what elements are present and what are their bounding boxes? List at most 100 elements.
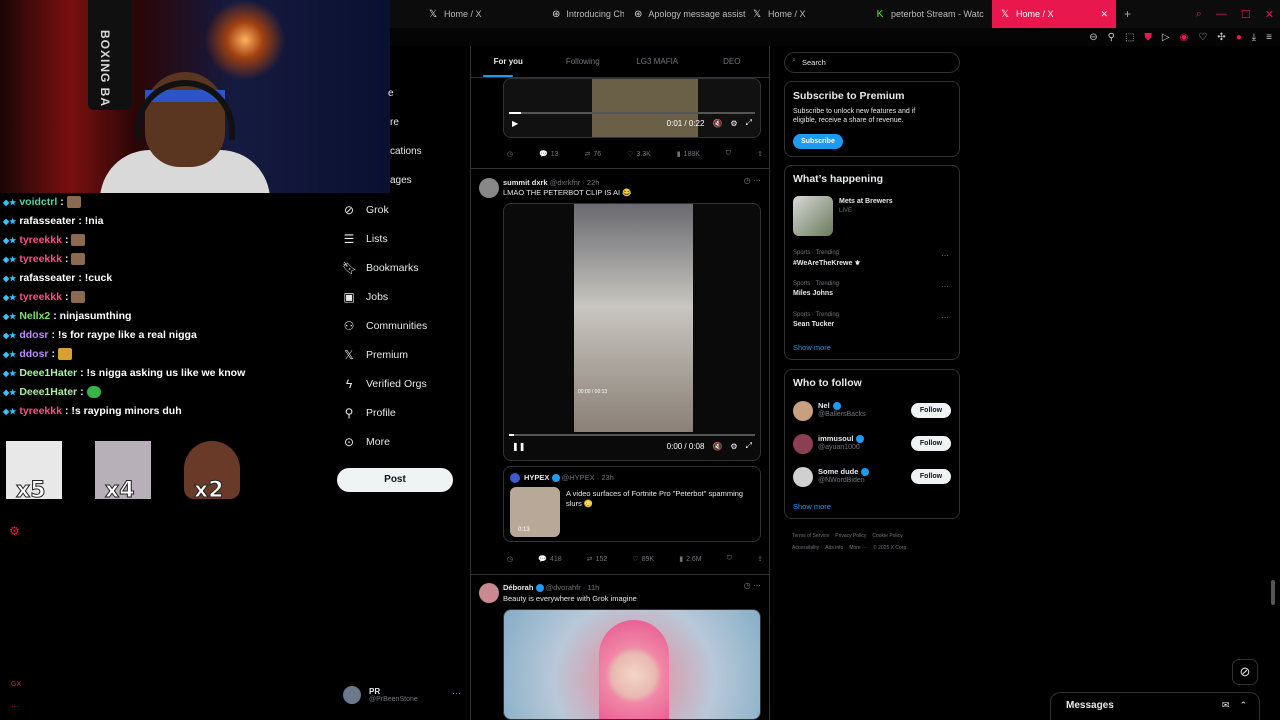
nav-item-premium[interactable]: 𝕏 Premium xyxy=(342,345,408,365)
chat-username[interactable]: Nellx2 xyxy=(19,310,50,322)
tab-deo[interactable]: DEO xyxy=(695,46,770,77)
follow-button[interactable]: Follow xyxy=(911,436,951,451)
tweet1-video[interactable]: ▶ 0:01 / 0:22 🔇 ⚙ ⤢ xyxy=(503,78,761,138)
share-icon[interactable]: ⇪ xyxy=(757,555,763,563)
tab-home-x-1[interactable]: 𝕏 Home / X xyxy=(390,0,500,28)
follow-suggestion-name[interactable]: Nel xyxy=(818,401,841,411)
menu-icon[interactable]: ≡ xyxy=(1266,32,1272,43)
follow-suggestion-name[interactable]: Some dude xyxy=(818,467,870,477)
who-to-follow-show-more[interactable]: Show more xyxy=(793,502,831,511)
nav-item-grok[interactable]: ⊘ Grok xyxy=(342,200,389,220)
nav-item-more[interactable]: ⊙ More xyxy=(342,432,390,452)
nav-item-jobs[interactable]: ▣ Jobs xyxy=(342,287,388,307)
tweet2-author[interactable]: summit dxrk xyxy=(503,178,548,187)
share-icon[interactable]: ⇪ xyxy=(757,150,763,158)
grok-float-button[interactable]: ⊘ xyxy=(1232,659,1258,685)
messages-drawer[interactable]: Messages ✉ ⌃ xyxy=(1050,692,1260,720)
bookmark-icon[interactable]: ⛉ xyxy=(726,150,731,158)
tab-following[interactable]: Following xyxy=(546,46,621,77)
chat-username[interactable]: voidctrl xyxy=(19,196,57,208)
reply-button[interactable]: 💬 418 xyxy=(538,555,561,564)
shield-icon[interactable]: ⛊ xyxy=(1144,32,1152,43)
settings-gear-icon[interactable]: ⚙ xyxy=(9,524,20,538)
avatar[interactable] xyxy=(793,467,813,487)
nav-item-clipped[interactable]: re xyxy=(390,117,399,128)
account-switcher[interactable]: PR @PrBeenStone xyxy=(343,686,418,704)
views-button[interactable]: ▮ 2.6M xyxy=(679,555,701,564)
avatar[interactable] xyxy=(479,178,499,198)
footer-link[interactable]: Ads info xyxy=(825,545,843,551)
grok-icon[interactable]: ◷ xyxy=(507,555,513,563)
nav-item-clipped[interactable]: cations xyxy=(390,146,422,157)
play-icon[interactable]: ▶ xyxy=(512,119,518,128)
maximize-icon[interactable]: ☐ xyxy=(1241,8,1251,21)
repost-button[interactable]: ⇄ 76 xyxy=(585,150,602,159)
tab-home-x-2[interactable]: 𝕏 Home / X xyxy=(747,0,870,28)
tab-home-x-active[interactable]: 𝕏 Home / X ✕ xyxy=(992,0,1116,28)
chat-username[interactable]: tyreekkk xyxy=(19,234,62,246)
search-icon[interactable]: ⌕ xyxy=(1196,8,1202,21)
chat-username[interactable]: rafasseater xyxy=(19,215,75,227)
grok-icon[interactable]: ◷ xyxy=(507,150,513,158)
trend-more-icon[interactable]: ⋯ xyxy=(941,313,949,322)
footer-link[interactable]: Terms of Service xyxy=(792,533,829,539)
follow-suggestion-name[interactable]: immusoul xyxy=(818,434,865,444)
close-window-icon[interactable]: ✕ xyxy=(1265,8,1274,21)
compose-message-icon[interactable]: ✉ xyxy=(1222,700,1230,711)
play-icon[interactable]: ▷ xyxy=(1162,32,1170,43)
tab-lg3-mafia[interactable]: LG3 MAFIA xyxy=(620,46,695,77)
chat-username[interactable]: rafasseater xyxy=(19,272,75,284)
tweet3-author[interactable]: Déborah xyxy=(503,583,533,592)
tab-for-you[interactable]: For you xyxy=(471,46,546,77)
tab-peterbot-stream[interactable]: K peterbot Stream - Watc xyxy=(870,0,992,28)
like-button[interactable]: ♡ 3.3K xyxy=(627,150,651,159)
volume-icon[interactable]: 🔇 xyxy=(712,119,722,128)
avatar[interactable] xyxy=(479,583,499,603)
more-icon[interactable]: ··· xyxy=(11,702,19,711)
vpn-icon[interactable]: ◉ xyxy=(1180,32,1189,43)
quote-tweet[interactable]: HYPEX @HYPEX · 23h 0:13 A video surfaces… xyxy=(503,466,761,542)
follow-button[interactable]: Follow xyxy=(911,469,951,484)
tweet3-more-icon[interactable]: ◷ ⋯ xyxy=(744,581,761,590)
tweet3-image[interactable] xyxy=(503,609,761,720)
nav-item-clipped[interactable]: ages xyxy=(390,175,412,186)
profile-icon[interactable]: ● xyxy=(1236,32,1242,43)
screenshot-icon[interactable]: ⬚ xyxy=(1125,32,1134,43)
chat-username[interactable]: ddosr xyxy=(19,348,48,360)
fullscreen-icon[interactable]: ⤢ xyxy=(746,118,752,128)
trend-name[interactable]: Sean Tucker xyxy=(793,321,834,328)
views-button[interactable]: ▮ 188K xyxy=(677,150,700,159)
fullscreen-icon[interactable]: ⤢ xyxy=(746,441,752,451)
nav-item-lists[interactable]: ☰ Lists xyxy=(342,229,388,249)
reply-button[interactable]: 💬 13 xyxy=(539,150,559,159)
tab-apology-message[interactable]: ⊛ Apology message assist xyxy=(624,0,747,28)
chat-username[interactable]: Deee1Hater xyxy=(19,386,77,398)
extensions-icon[interactable]: ✣ xyxy=(1217,32,1225,43)
trend-name[interactable]: #WeAreTheKrewe ⚜ xyxy=(793,259,861,267)
account-more-icon[interactable]: ⋯ xyxy=(452,688,461,699)
volume-icon[interactable]: 🔇 xyxy=(712,442,722,451)
follow-button[interactable]: Follow xyxy=(911,403,951,418)
trend-more-icon[interactable]: ⋯ xyxy=(941,282,949,291)
like-button[interactable]: ♡ 89K xyxy=(632,555,654,564)
chat-username[interactable]: tyreekkk xyxy=(19,405,62,417)
download-icon[interactable]: ⤓ xyxy=(1252,32,1256,43)
nav-item-verified-orgs[interactable]: ϟ Verified Orgs xyxy=(342,374,427,394)
pause-icon[interactable]: ❚❚ xyxy=(512,442,525,451)
nav-item-clipped[interactable]: e xyxy=(388,88,394,99)
footer-link[interactable]: Privacy Policy xyxy=(835,533,866,539)
new-tab-button[interactable]: + xyxy=(1124,7,1131,21)
post-button[interactable]: Post xyxy=(337,468,453,492)
pin-icon[interactable]: ⚲ xyxy=(1108,32,1115,43)
search-input[interactable]: Search xyxy=(784,52,960,73)
footer-link[interactable]: Cookie Policy xyxy=(872,533,902,539)
footer-link[interactable]: More ··· xyxy=(849,545,867,551)
trend-name[interactable]: Miles Johns xyxy=(793,290,833,297)
heart-icon[interactable]: ♡ xyxy=(1198,32,1207,43)
chat-username[interactable]: tyreekkk xyxy=(19,253,62,265)
chat-username[interactable]: ddosr xyxy=(19,329,48,341)
avatar[interactable] xyxy=(793,401,813,421)
tweet2-video[interactable]: 00:00 / 00:13 ❚❚ 0:00 / 0:08 🔇 ⚙ ⤢ xyxy=(503,203,761,461)
bookmark-icon[interactable]: ⛉ xyxy=(727,555,732,563)
tab-chatgpt-intro[interactable]: ⊛ Introducing ChatGPT | O xyxy=(500,0,624,28)
